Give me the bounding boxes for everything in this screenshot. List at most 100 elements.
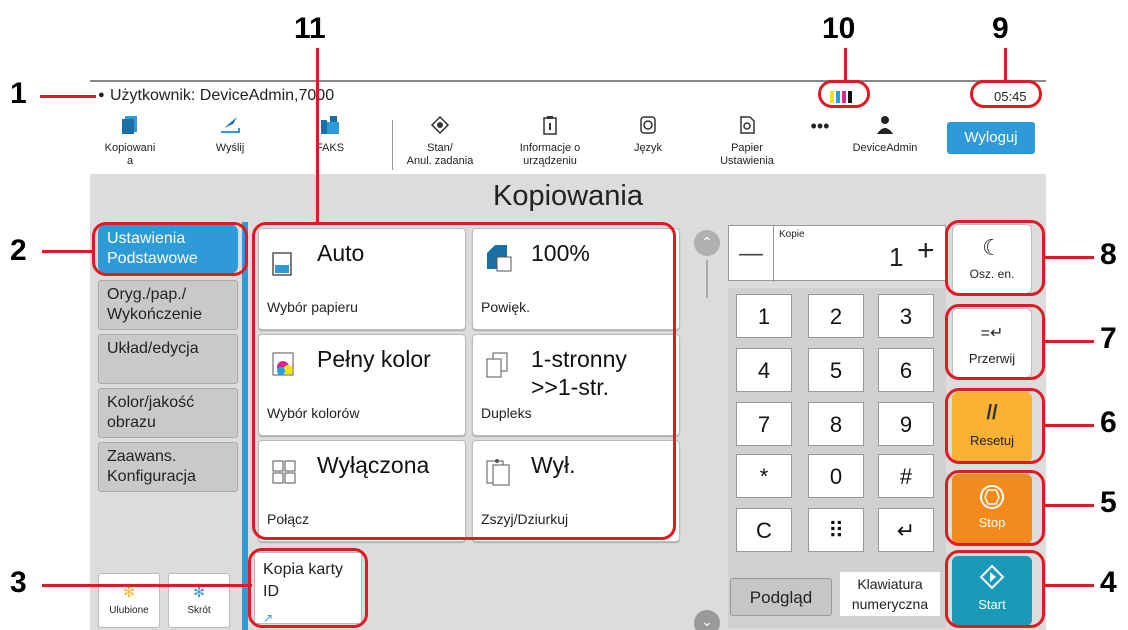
key-7[interactable]: 7 (736, 402, 792, 446)
preview-button[interactable]: Podgląd (730, 578, 832, 616)
toolbar-job-status[interactable]: Stan/ Anul. zadania (395, 110, 485, 174)
key-3[interactable]: 3 (878, 294, 934, 338)
card-combine[interactable]: Wyłączona Połącz (258, 440, 466, 542)
reset-label: Resetuj (969, 433, 1015, 448)
callout-leader-6 (1044, 424, 1094, 427)
copies-plus-button[interactable]: + (917, 234, 935, 268)
zoom-icon (487, 245, 512, 272)
toolbar-paper-settings[interactable]: Papier Ustawienia (702, 110, 792, 174)
key-1[interactable]: 1 (736, 294, 792, 338)
start-button[interactable]: Start (952, 556, 1032, 626)
send-icon (221, 117, 240, 133)
nav-original-paper-finishing[interactable]: Oryg./pap./ Wykończenie (98, 280, 238, 330)
user-icon: ● (98, 89, 105, 101)
favorites-button[interactable]: ✻ Ulubione (98, 573, 160, 628)
callout-number-10: 10 (822, 12, 856, 45)
key-hash[interactable]: # (878, 454, 934, 498)
device-screen: ● Użytkownik: DeviceAdmin,7000 05:45 Kop… (90, 80, 1046, 630)
interrupt-button[interactable]: =↵ Przerwij (952, 308, 1032, 378)
toolbar-divider (392, 120, 393, 170)
card-paper-select[interactable]: Auto Wybór papieru (258, 228, 466, 330)
device-info-icon (543, 116, 557, 135)
account-button[interactable]: DeviceAdmin (840, 110, 930, 174)
nav-color-quality[interactable]: Kolor/jakość obrazu (98, 388, 238, 438)
account-icon (877, 116, 893, 134)
card-duplex[interactable]: 1-stronny >>1-str. Dupleks (472, 334, 680, 436)
id-card-copy-button[interactable]: Kopia karty ID ↗ (254, 552, 362, 625)
staple-punch-icon (486, 459, 510, 486)
toolbar-language[interactable]: Język (613, 110, 683, 174)
interrupt-label: Przerwij (968, 351, 1016, 366)
key-8[interactable]: 8 (808, 402, 864, 446)
paper-select-icon (272, 252, 292, 276)
key-2[interactable]: 2 (808, 294, 864, 338)
card-paper-select-value: Auto (317, 240, 365, 266)
key-grid[interactable]: ⠿ (808, 508, 864, 552)
nav-layout-edit[interactable]: Układ/edycja (98, 334, 238, 384)
start-icon (979, 564, 1005, 590)
card-zoom-value: 100% (531, 240, 590, 266)
key-enter[interactable]: ↵ (878, 508, 934, 552)
toolbar-fax-label: FAKS (315, 142, 345, 154)
scroll-up-button[interactable]: ⌃ (694, 230, 720, 256)
toolbar-copy-label: Kopiowani a (104, 142, 156, 167)
logout-button[interactable]: Wyloguj (947, 122, 1035, 154)
favorites-label: Ulubione (109, 605, 149, 616)
fax-icon (321, 116, 339, 134)
shortcut-button[interactable]: ✻ Skrót (168, 573, 230, 628)
callout-number-8: 8 (1100, 238, 1117, 271)
shortcut-arrow-icon: ↗ (263, 611, 274, 625)
key-star[interactable]: * (736, 454, 792, 498)
nav-advanced-setup[interactable]: Zaawans. Konfiguracja (98, 442, 238, 492)
callout-leader-9 (1004, 48, 1007, 82)
callout-leader-8 (1044, 256, 1094, 259)
key-6[interactable]: 6 (878, 348, 934, 392)
user-label: Użytkownik: DeviceAdmin,7000 (110, 87, 335, 104)
callout-leader-4 (1044, 584, 1094, 587)
toner-level-icon (830, 90, 852, 108)
card-zoom[interactable]: 100% Powięk. (472, 228, 680, 330)
nav-indicator-stripe (242, 222, 248, 630)
toolbar-fax[interactable]: FAKS (290, 110, 370, 174)
duplex-icon (486, 352, 508, 378)
toolbar-language-label: Język (633, 142, 663, 154)
energy-saver-label: Osz. en. (969, 267, 1015, 281)
scroll-track[interactable] (706, 260, 708, 298)
toolbar-device-info[interactable]: Informacje o urządzeniu (500, 110, 600, 174)
card-staple-punch-value: Wył. (531, 452, 576, 478)
account-label: DeviceAdmin (852, 142, 918, 154)
card-zoom-label: Powięk. (481, 299, 531, 315)
numeric-keyboard-toggle[interactable]: Klawiatura numeryczna (840, 572, 940, 616)
toolbar-copy[interactable]: Kopiowani a (90, 110, 170, 174)
toolbar-device-info-label: Informacje o urządzeniu (519, 142, 581, 167)
reset-button[interactable]: // Resetuj (952, 392, 1032, 462)
key-4[interactable]: 4 (736, 348, 792, 392)
key-5[interactable]: 5 (808, 348, 864, 392)
job-status-icon (430, 115, 450, 135)
key-0[interactable]: 0 (808, 454, 864, 498)
card-staple-punch[interactable]: Wył. Zszyj/Dziurkuj (472, 440, 680, 542)
card-color-select[interactable]: Pełny kolor Wybór kolorów (258, 334, 466, 436)
copies-input[interactable]: 1 (889, 242, 903, 273)
nav-basic-settings[interactable]: Ustawienia Podstawowe (98, 224, 238, 274)
key-clear[interactable]: C (736, 508, 792, 552)
toolbar-send[interactable]: Wyślij (190, 110, 270, 174)
stop-label: Stop (978, 515, 1006, 530)
card-duplex-label: Dupleks (481, 405, 532, 421)
more-menu-button[interactable]: ••• (800, 117, 840, 184)
key-9[interactable]: 9 (878, 402, 934, 446)
callout-number-6: 6 (1100, 406, 1117, 439)
clock: 05:45 (994, 89, 1027, 104)
toolbar-job-status-label: Stan/ Anul. zadania (406, 142, 474, 167)
callout-leader-11 (316, 48, 319, 224)
toolbar-send-label: Wyślij (215, 142, 245, 154)
stop-button[interactable]: Stop (952, 474, 1032, 544)
status-bar: ● Użytkownik: DeviceAdmin,7000 05:45 (90, 80, 1046, 110)
callout-leader-10 (844, 48, 847, 82)
card-staple-punch-label: Zszyj/Dziurkuj (481, 511, 569, 527)
card-color-select-label: Wybór kolorów (267, 405, 360, 421)
shortcut-label: Skrót (187, 605, 211, 616)
scroll-down-button[interactable]: ⌄ (694, 610, 720, 630)
copies-minus-button[interactable]: — (739, 240, 763, 268)
energy-saver-button[interactable]: ☾ Osz. en. (952, 224, 1032, 294)
